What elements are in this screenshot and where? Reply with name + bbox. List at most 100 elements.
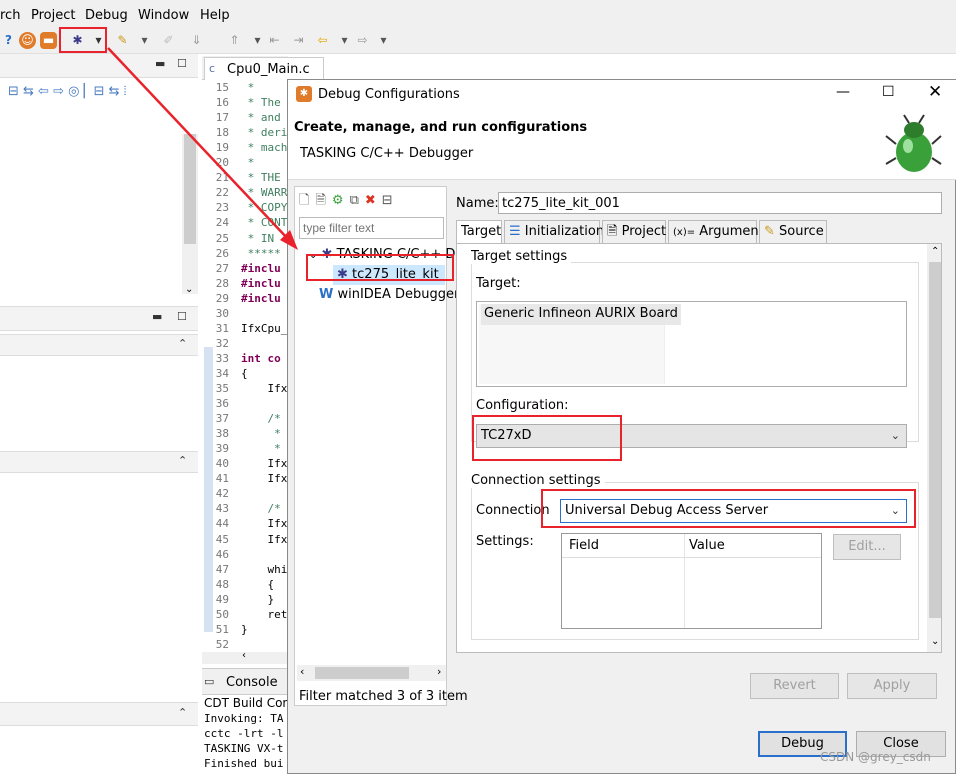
bug-icon [885, 114, 942, 172]
connection-label: Connection [476, 503, 550, 518]
annotation-up-icon[interactable]: ⇑ [226, 32, 243, 49]
tab-label: Cpu0_Main.c [227, 62, 310, 77]
target-list[interactable]: Generic Infineon AURIX Board [476, 301, 907, 387]
menu-window[interactable]: Window [138, 8, 189, 23]
debug-button-highlight [59, 27, 107, 53]
line-number: 43 [215, 502, 229, 516]
menu-help[interactable]: Help [200, 8, 230, 23]
last-edit-icon[interactable]: ⇤ [266, 32, 283, 49]
chat-icon[interactable]: ▬ [40, 32, 57, 49]
new-prototype-icon[interactable]: 🗎 [315, 193, 331, 208]
new-config-icon[interactable]: 🗋 [299, 193, 315, 208]
tab-target[interactable]: Target [456, 220, 502, 243]
code-line: * THE [241, 171, 281, 185]
tasking-icon[interactable]: ☺ [19, 32, 36, 49]
edit-button[interactable]: Edit... [833, 534, 901, 560]
line-number: 32 [215, 336, 229, 350]
view-toolbar-icons[interactable]: ⊟ ⇆ ⇦ ⇨ ◎ ▏⊟ ⇆ ⦙ [8, 84, 127, 99]
line-number: 15 [215, 81, 229, 94]
export-icon[interactable]: ⚙ [332, 193, 350, 208]
maximize-icon[interactable]: ☐ [177, 310, 187, 323]
code-line: { [241, 577, 275, 591]
annotation-down-icon[interactable]: ⇓ [188, 32, 205, 49]
back-chevron-icon[interactable]: ▾ [336, 32, 353, 49]
menu-project[interactable]: Project [31, 8, 75, 23]
project-explorer-viewbar: ▬ ☐ [0, 54, 198, 78]
forward-arrow-icon[interactable]: ⇨ [354, 32, 371, 49]
tab-cpu0-main[interactable]: c Cpu0_Main.c [204, 57, 324, 80]
outline-viewbar: ▬ ☐ [0, 306, 198, 331]
pen-icon[interactable]: ✐ [160, 32, 177, 49]
collapse-chevron-icon[interactable]: ⌃ [178, 706, 187, 719]
tab-initialization[interactable]: ☰ Initialization [504, 220, 604, 243]
minimize-window-icon[interactable]: — [836, 84, 850, 100]
menu-debug[interactable]: Debug [85, 8, 128, 23]
filter-input[interactable] [299, 217, 444, 239]
line-number: 26 [215, 246, 229, 260]
apply-button[interactable]: Apply [847, 673, 937, 699]
collapse-chevron-icon[interactable]: ⌃ [178, 337, 187, 350]
vertical-scrollbar[interactable]: ⌃ ⌄ [927, 244, 941, 652]
maximize-icon[interactable]: ☐ [177, 57, 187, 70]
target-settings-label: Target settings [471, 249, 572, 264]
tree-hscrollbar[interactable]: ‹ › [297, 665, 446, 681]
debug-configurations-dialog: ✱ Debug Configurations — ☐ ✕ Create, man… [287, 79, 956, 774]
code-line: #inclu [241, 291, 281, 305]
duplicate-icon[interactable]: ⧉ [350, 193, 365, 208]
code-line: IfxCpu_ [241, 321, 288, 335]
collapse-all-icon[interactable]: ⊟ [382, 193, 399, 208]
revert-button[interactable]: Revert [750, 673, 839, 699]
code-line: Ifx [241, 517, 288, 531]
code-line: ***** [241, 246, 281, 260]
annotation-chevron-icon[interactable]: ▾ [249, 32, 266, 49]
back-arrow-icon[interactable]: ⇦ [314, 32, 331, 49]
menu-search[interactable]: rch [0, 8, 20, 23]
run-tool-icon[interactable]: ✎ [114, 32, 131, 49]
minimize-icon[interactable]: ▬ [155, 57, 165, 70]
code-line: Ifx [241, 532, 288, 546]
console-line: cctc -lrt -l [204, 727, 284, 740]
tab-arguments[interactable]: (x)= Arguments [668, 220, 771, 243]
forward-chevron-icon[interactable]: ▾ [375, 32, 392, 49]
dialog-titlebar: ✱ Debug Configurations — ☐ ✕ [288, 80, 956, 108]
line-number: 27 [215, 261, 229, 275]
line-number: 47 [215, 562, 229, 576]
minimize-icon[interactable]: ▬ [152, 310, 162, 323]
code-line: #inclu [241, 276, 281, 290]
line-number: 42 [215, 487, 229, 501]
collapse-chevron-icon[interactable]: ⌃ [178, 454, 187, 467]
winidea-icon: W [319, 287, 334, 302]
console-view: ▭ Console CDT Build Con Invoking: TA cct… [202, 668, 291, 774]
help-icon[interactable]: ? [0, 32, 17, 49]
line-number: 22 [215, 186, 229, 200]
field-column-header[interactable]: Field [569, 538, 599, 553]
collapsed-view-bar: ⌃ [0, 702, 198, 726]
console-line: CDT Build Con [204, 696, 291, 710]
next-edit-icon[interactable]: ⇥ [290, 32, 307, 49]
target-item[interactable]: Generic Infineon AURIX Board [481, 304, 681, 325]
close-window-icon[interactable]: ✕ [928, 82, 942, 102]
console-line: TASKING VX-t [204, 742, 284, 755]
tab-source[interactable]: ✎ Source [759, 220, 827, 243]
run-dropdown-chevron-icon[interactable]: ▾ [136, 32, 153, 49]
scrollbar[interactable]: ⌄ [182, 134, 198, 295]
code-line: * deri [241, 126, 288, 140]
filter-status: Filter matched 3 of 3 item [299, 689, 468, 704]
code-line: * WARR [241, 186, 288, 200]
tab-project[interactable]: 🗎 Project [602, 220, 666, 243]
console-line: Invoking: TA [204, 712, 284, 725]
code-line: int co [241, 351, 281, 365]
name-input[interactable] [498, 192, 942, 214]
console-tab-label[interactable]: Console [226, 675, 278, 690]
editor-hscrollbar[interactable]: ‹ [202, 650, 288, 664]
connection-highlight [541, 489, 916, 528]
line-number: 40 [215, 457, 229, 471]
code-line: * [241, 81, 255, 94]
tree-toolbar: 🗋🗎⚙⧉✖⊟ [299, 191, 399, 213]
settings-table[interactable]: Field Value [561, 533, 822, 629]
value-column-header[interactable]: Value [689, 538, 725, 553]
code-area[interactable]: 15 * 16 * The 17 * and 18 * deri 19 * mach 20… [202, 80, 288, 652]
tree-item-winidea[interactable]: W winIDEA Debugger [319, 287, 459, 302]
delete-icon[interactable]: ✖ [365, 193, 382, 208]
maximize-window-icon[interactable]: ☐ [882, 84, 895, 100]
